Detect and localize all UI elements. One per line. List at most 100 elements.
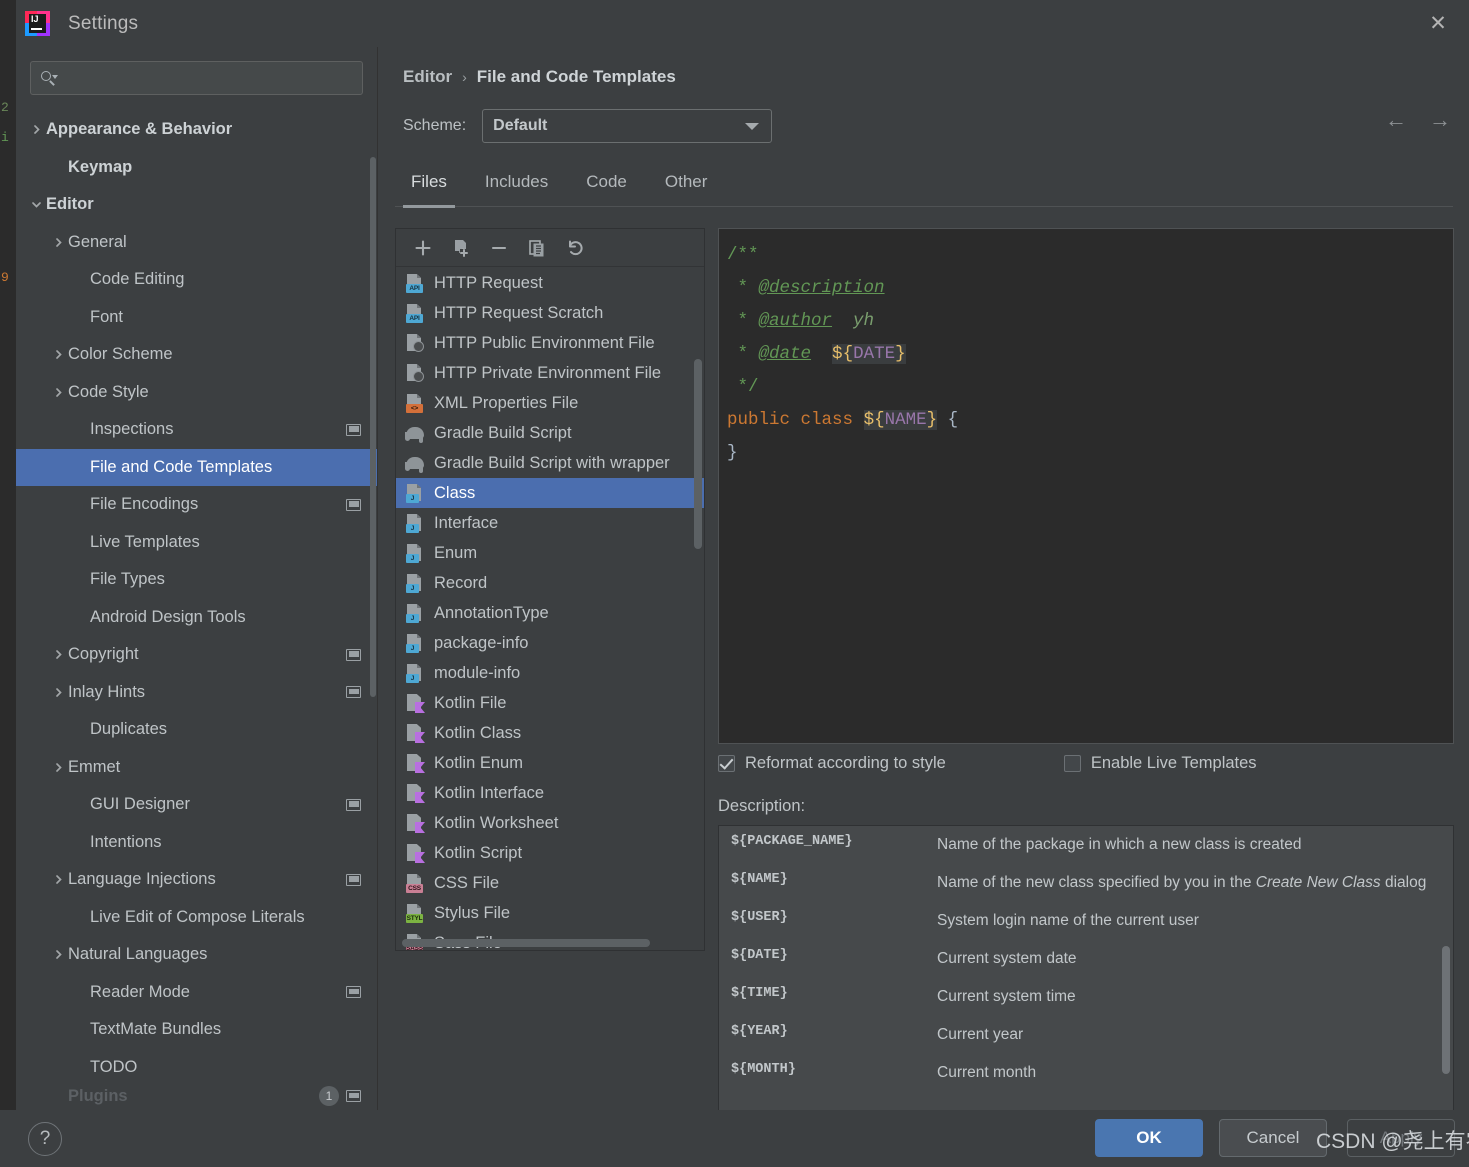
sidebar-item-gui-designer[interactable]: GUI Designer: [16, 786, 377, 824]
close-icon[interactable]: ✕: [1421, 8, 1455, 38]
live-templates-checkbox[interactable]: Enable Live Templates: [1063, 754, 1257, 773]
apply-button[interactable]: Apply: [1347, 1119, 1455, 1157]
sidebar-item-intentions[interactable]: Intentions: [16, 824, 377, 862]
list-item[interactable]: Kotlin Enum: [396, 748, 704, 778]
sidebar-item-editor[interactable]: Editor: [16, 186, 377, 224]
search-input[interactable]: [30, 61, 363, 95]
breadcrumb-current: File and Code Templates: [476, 67, 676, 86]
description-text: System login name of the current user: [937, 912, 1199, 929]
sidebar-item-language-injections[interactable]: Language Injections: [16, 861, 377, 899]
sidebar-item-textmate-bundles[interactable]: TextMate Bundles: [16, 1011, 377, 1049]
sidebar-item-reader-mode[interactable]: Reader Mode: [16, 974, 377, 1012]
templates-vertical-scrollbar[interactable]: [694, 359, 702, 549]
chevron-right-icon[interactable]: [48, 648, 68, 661]
description-text: Current year: [937, 1026, 1024, 1043]
sheet-java-icon: J: [405, 633, 425, 653]
list-item[interactable]: Gradle Build Script with wrapper: [396, 448, 704, 478]
add-child-template-button[interactable]: [442, 231, 480, 265]
sidebar-item-code-style[interactable]: Code Style: [16, 374, 377, 412]
sidebar-item-label: Inspections: [90, 420, 174, 439]
reset-template-button[interactable]: [556, 231, 594, 265]
template-name: Kotlin Enum: [434, 753, 523, 772]
chevron-right-icon[interactable]: [48, 686, 68, 699]
sidebar-item-natural-languages[interactable]: Natural Languages: [16, 936, 377, 974]
sidebar-item-keymap[interactable]: Keymap: [16, 149, 377, 187]
templates-list[interactable]: API HTTP Request API HTTP Request Scratch HT…: [396, 268, 704, 950]
list-item[interactable]: API HTTP Request Scratch: [396, 298, 704, 328]
list-item[interactable]: Kotlin Worksheet: [396, 808, 704, 838]
tab-code[interactable]: Code: [570, 172, 643, 206]
list-item[interactable]: <> XML Properties File: [396, 388, 704, 418]
chevron-down-icon[interactable]: [26, 198, 46, 211]
tab-files[interactable]: Files: [395, 172, 463, 208]
sidebar-item-label: TextMate Bundles: [90, 1020, 222, 1039]
copy-template-button[interactable]: [518, 231, 556, 265]
sidebar-item-font[interactable]: Font: [16, 299, 377, 337]
cancel-button[interactable]: Cancel: [1219, 1119, 1327, 1157]
list-item[interactable]: STYL Stylus File: [396, 898, 704, 928]
back-arrow-icon[interactable]: ←: [1385, 109, 1407, 131]
list-item[interactable]: J Interface: [396, 508, 704, 538]
chevron-right-icon[interactable]: [26, 123, 46, 136]
templates-horizontal-scrollbar[interactable]: [402, 939, 650, 947]
chevron-right-icon[interactable]: [48, 873, 68, 886]
sidebar-item-file-encodings[interactable]: File Encodings: [16, 486, 377, 524]
list-item[interactable]: API HTTP Request: [396, 268, 704, 298]
list-item[interactable]: J Record: [396, 568, 704, 598]
sheet-api-icon: API: [405, 303, 425, 323]
list-item[interactable]: Kotlin Script: [396, 838, 704, 868]
remove-template-button[interactable]: [480, 231, 518, 265]
list-item[interactable]: J Class: [396, 478, 704, 508]
chevron-right-icon[interactable]: [48, 236, 68, 249]
sidebar-item-android-design-tools[interactable]: Android Design Tools: [16, 599, 377, 637]
list-item[interactable]: Kotlin Class: [396, 718, 704, 748]
sidebar-item-code-editing[interactable]: Code Editing: [16, 261, 377, 299]
template-code-editor[interactable]: /** * @description * @author yh * @date …: [718, 228, 1454, 744]
description-scrollbar[interactable]: [1442, 946, 1450, 1074]
sidebar-item-live-edit-of-compose-literals[interactable]: Live Edit of Compose Literals: [16, 899, 377, 937]
forward-arrow-icon[interactable]: →: [1429, 109, 1451, 131]
chevron-right-icon[interactable]: [48, 761, 68, 774]
list-item[interactable]: J Enum: [396, 538, 704, 568]
list-item[interactable]: HTTP Private Environment File: [396, 358, 704, 388]
list-item[interactable]: CSS CSS File: [396, 868, 704, 898]
list-item[interactable]: J AnnotationType: [396, 598, 704, 628]
sidebar-item-inspections[interactable]: Inspections: [16, 411, 377, 449]
breadcrumb-parent[interactable]: Editor: [403, 67, 452, 87]
sidebar-item-copyright[interactable]: Copyright: [16, 636, 377, 674]
sidebar-item-general[interactable]: General: [16, 224, 377, 262]
sidebar-item-appearance-behavior[interactable]: Appearance & Behavior: [16, 111, 377, 149]
list-item[interactable]: Jmodule-info: [396, 658, 704, 688]
chevron-right-icon[interactable]: [48, 948, 68, 961]
list-item[interactable]: Kotlin Interface: [396, 778, 704, 808]
sidebar-item-live-templates[interactable]: Live Templates: [16, 524, 377, 562]
tab-includes[interactable]: Includes: [469, 172, 564, 206]
sidebar-item-inlay-hints[interactable]: Inlay Hints: [16, 674, 377, 712]
chevron-right-icon[interactable]: [48, 348, 68, 361]
description-variable: ${TIME}: [731, 986, 788, 1001]
add-template-button[interactable]: [404, 231, 442, 265]
help-icon[interactable]: ?: [28, 1122, 62, 1156]
sidebar-item-label: Copyright: [68, 645, 139, 664]
reformat-checkbox[interactable]: Reformat according to style: [718, 754, 946, 773]
description-row: ${NAME} Name of the new class specified b…: [719, 864, 1453, 902]
ok-button[interactable]: OK: [1095, 1119, 1203, 1157]
search-area: [16, 47, 377, 95]
sidebar-item-todo[interactable]: TODO: [16, 1049, 377, 1087]
chevron-right-icon[interactable]: [48, 386, 68, 399]
sidebar-item-plugins[interactable]: Plugins 1: [16, 1086, 377, 1106]
list-item[interactable]: HTTP Public Environment File: [396, 328, 704, 358]
list-item[interactable]: Jpackage-info: [396, 628, 704, 658]
list-item[interactable]: Gradle Build Script: [396, 418, 704, 448]
sidebar-scrollbar[interactable]: [370, 157, 377, 857]
sidebar-item-file-and-code-templates[interactable]: File and Code Templates: [16, 448, 377, 486]
description-text: Current system date: [937, 950, 1077, 967]
sidebar-item-file-types[interactable]: File Types: [16, 561, 377, 599]
scheme-dropdown[interactable]: Default: [482, 109, 773, 143]
template-name: HTTP Private Environment File: [434, 363, 662, 382]
sidebar-item-emmet[interactable]: Emmet: [16, 749, 377, 787]
sidebar-item-color-scheme[interactable]: Color Scheme: [16, 336, 377, 374]
tab-other[interactable]: Other: [649, 172, 724, 206]
list-item[interactable]: Kotlin File: [396, 688, 704, 718]
sidebar-item-duplicates[interactable]: Duplicates: [16, 711, 377, 749]
